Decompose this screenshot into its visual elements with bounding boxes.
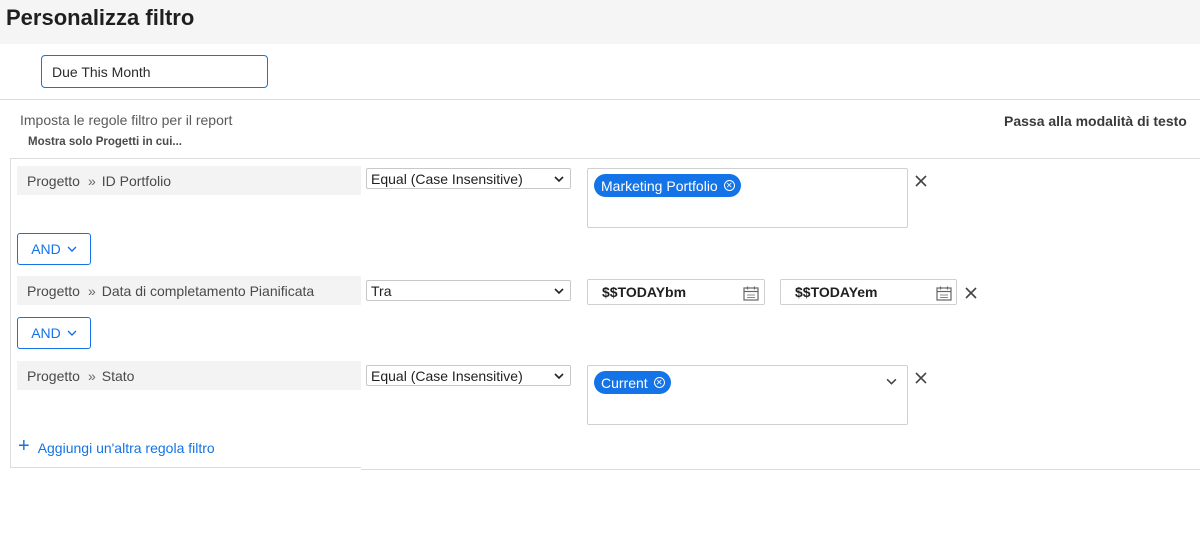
close-icon[interactable] [964,286,978,300]
rules-panel-border-top [10,158,1200,159]
value-pill: Marketing Portfolio ✕ [594,174,741,197]
rule-field-selector[interactable]: Progetto » Data di completamento Pianifi… [17,276,361,305]
rule-field-selector[interactable]: Progetto » ID Portfolio [17,166,361,195]
value-pill-label: Marketing Portfolio [601,177,718,194]
rule-field-label: Stato [101,367,135,384]
rule-field-label: ID Portfolio [101,172,171,189]
end-date-input[interactable]: $$TODAYem [780,279,957,305]
filter-name-input[interactable] [41,55,268,88]
add-filter-rule-link[interactable]: + Aggiungi un'altra regola filtro [18,436,215,456]
instructions-text: Imposta le regole filtro per il report [20,112,233,128]
and-connector-button[interactable]: AND [17,317,91,349]
calendar-icon[interactable] [743,286,759,301]
circle-x-icon[interactable]: ✕ [723,180,735,191]
rules-panel-border-left [10,158,11,467]
add-filter-rule-label: Aggiungi un'altra regola filtro [37,440,215,456]
close-icon[interactable] [914,371,928,385]
value-multiselect[interactable]: Marketing Portfolio ✕ [587,168,908,228]
operator-select[interactable]: Equal (Case Insensitive) [366,365,571,386]
operator-value: Tra [371,282,392,299]
circle-x-icon[interactable]: ✕ [653,377,665,388]
chevron-down-icon [554,373,564,380]
operator-value: Equal (Case Insensitive) [371,170,523,187]
chevron-down-icon [554,176,564,183]
connector-label: AND [31,325,61,341]
connector-label: AND [31,241,61,257]
rules-panel-border-bottom [361,469,1200,470]
end-date-value: $$TODAYem [795,284,878,300]
calendar-icon[interactable] [936,286,952,301]
rule-field-selector[interactable]: Progetto » Stato [17,361,361,390]
rules-panel-border-bottom [10,467,361,468]
rule-object-label: Progetto [27,172,80,189]
operator-select[interactable]: Tra [366,280,571,301]
chevron-down-icon [67,330,77,336]
operator-value: Equal (Case Insensitive) [371,367,523,384]
plus-icon: + [18,435,30,457]
switch-to-text-mode-link[interactable]: Passa alla modalità di testo [1004,113,1187,129]
double-chevron-right-icon: » [87,282,96,299]
page-title: Personalizza filtro [6,5,195,30]
chevron-down-icon [67,246,77,252]
and-connector-button[interactable]: AND [17,233,91,265]
rule-object-label: Progetto [27,367,80,384]
chevron-down-icon [554,288,564,295]
start-date-input[interactable]: $$TODAYbm [587,279,765,305]
show-only-label: Mostra solo Progetti in cui... [28,136,182,148]
chevron-down-icon[interactable] [886,376,897,387]
rule-field-label: Data di completamento Pianificata [101,282,315,299]
close-icon[interactable] [914,174,928,188]
value-pill-label: Current [601,374,648,391]
value-pill: Current ✕ [594,371,671,394]
divider [0,99,1200,100]
value-multiselect[interactable]: Current ✕ [587,365,908,425]
operator-select[interactable]: Equal (Case Insensitive) [366,168,571,189]
double-chevron-right-icon: » [87,367,96,384]
rule-object-label: Progetto [27,282,80,299]
start-date-value: $$TODAYbm [602,284,687,300]
double-chevron-right-icon: » [87,172,96,189]
